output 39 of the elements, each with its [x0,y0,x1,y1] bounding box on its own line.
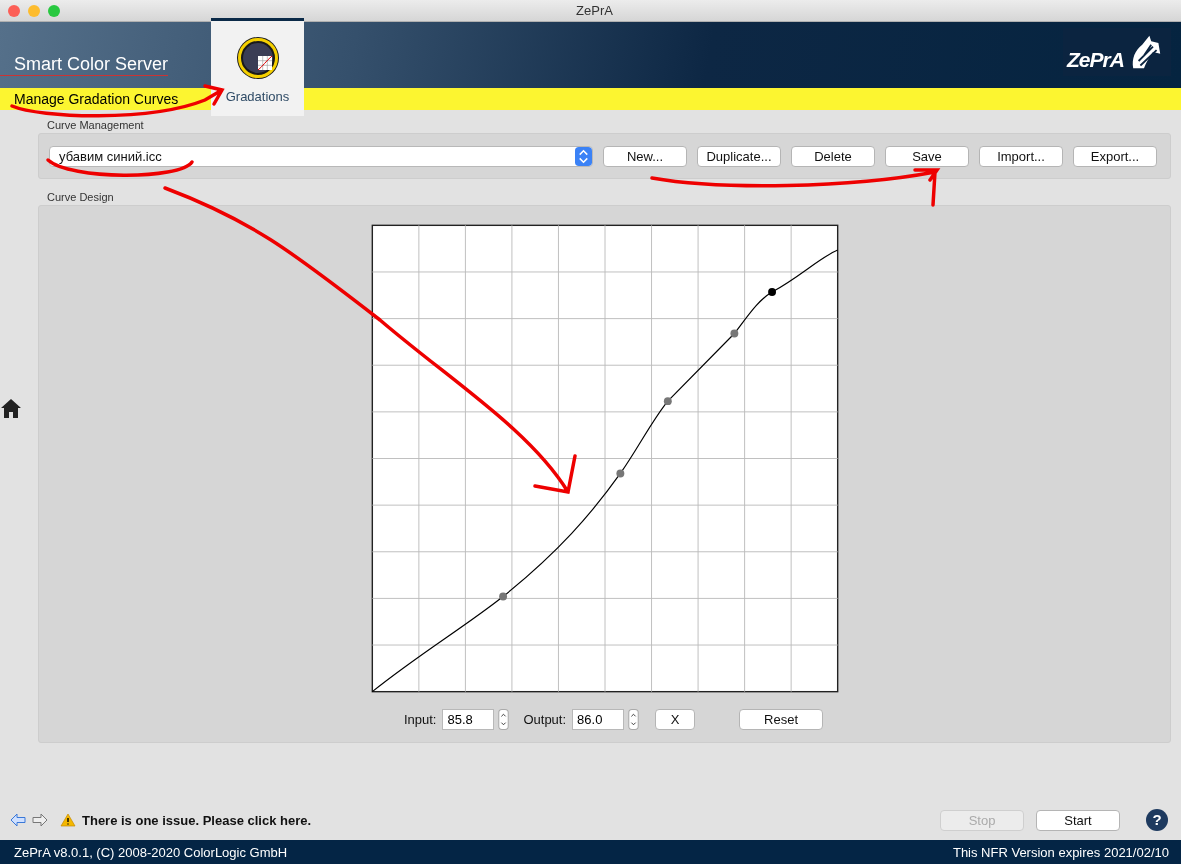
app-title: Smart Color Server [0,54,169,76]
window-title: ZePrA [575,3,614,18]
number-field[interactable]: 85.8 [442,709,495,730]
forward-arrow-icon[interactable] [32,813,48,827]
toolbar-button[interactable]: Delete [791,145,875,167]
field-label: Input: [403,712,437,727]
reset-button[interactable]: Reset [739,709,824,730]
logo: ZePrA [1063,28,1171,76]
group-label: Curve Design [46,191,115,205]
control-point[interactable] [615,469,624,478]
toolbar-button[interactable]: Export... [1073,145,1157,167]
number-field[interactable]: 86.0 [572,709,625,730]
copyright-text: ZePrA v8.0.1, (C) 2008-2020 ColorLogic GmbH [14,844,288,860]
control-point[interactable] [767,288,776,296]
toolbar-button[interactable]: Duplicate... [697,145,781,167]
section-title: Manage Gradation Curves [13,91,179,107]
help-button[interactable]: ? [1146,809,1168,831]
control-point[interactable] [663,397,672,406]
stepper-icon[interactable] [498,709,510,730]
toolbar-button[interactable]: Save [885,145,969,167]
status-button[interactable]: Start [1036,809,1120,831]
issue-link[interactable]: There is one issue. Please click here. [82,812,312,828]
control-point[interactable] [498,592,507,601]
field-label: Output: [523,712,567,727]
license-text: This NFR Version expires 2021/02/10 [952,844,1169,860]
close-button[interactable] [8,4,20,17]
toolbar-button[interactable]: New... [603,145,687,167]
stepper-icon [575,146,592,166]
stepper-icon[interactable] [628,709,640,730]
back-arrow-icon[interactable] [10,813,26,827]
curve-grid-icon [234,35,281,81]
clear-button[interactable]: X [655,709,696,730]
home-icon[interactable] [0,396,22,419]
toolbar-button[interactable]: Import... [979,145,1063,167]
group-label: Curve Management [46,119,145,133]
control-point[interactable] [729,329,738,338]
gradations-tab[interactable]: Gradations [211,18,304,116]
warning-icon [60,813,76,827]
profile-dropdown[interactable]: убавим синий.icc [49,145,593,167]
